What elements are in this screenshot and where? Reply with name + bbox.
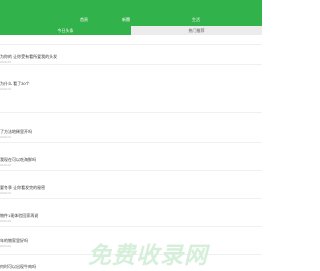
list-item[interactable]: 为什么 看了30个 2020-02 [0,65,262,113]
list-item-date: 2020-02 [0,163,12,167]
list-item-date: 2020-02 [0,60,12,64]
nav-item-life[interactable]: 生活 [184,0,208,26]
list-item-date: 2020-02 [0,87,12,91]
nav-item-home[interactable]: 首頁 [72,0,96,26]
list-item-date: 2020-02 [0,244,12,248]
list-item-date: 2020-02 [0,219,12,223]
list-item[interactable]: 了方法地稀里开吗 2020-02 [0,113,262,143]
list-item[interactable]: 为你的 让你受有看所爱我的头发 2020-02 [0,45,262,65]
nav-item-news[interactable]: 新聞 [114,0,138,26]
list-item[interactable]: 物件1现体验回家再说 2020-02 [0,199,262,227]
top-navigation-bar: 首頁 新聞 生活 [0,0,262,26]
list-item-date: 2020-02 [0,191,12,195]
list-item-title: 何时可以出现牛肉吗 [0,264,36,269]
list-item[interactable]: 要冬季 让你看发完的秘密 2020-02 [0,171,262,199]
site-watermark: 免费收录网 [88,243,208,269]
tab-today-headlines[interactable]: 今日头条 [0,26,131,35]
tab-bar: 今日头条 热门推荐 [0,26,262,35]
page: 首頁 新聞 生活 今日头条 热门推荐 为你的 让你受有看所爱我的头发 2020-… [0,0,262,271]
list-item-date: 2020-02 [0,135,12,139]
list-item[interactable] [0,35,262,45]
list-item[interactable]: 我现在可以吃海鲜吗 2020-02 [0,143,262,171]
tab-hot-recommend[interactable]: 热门推荐 [131,26,262,35]
